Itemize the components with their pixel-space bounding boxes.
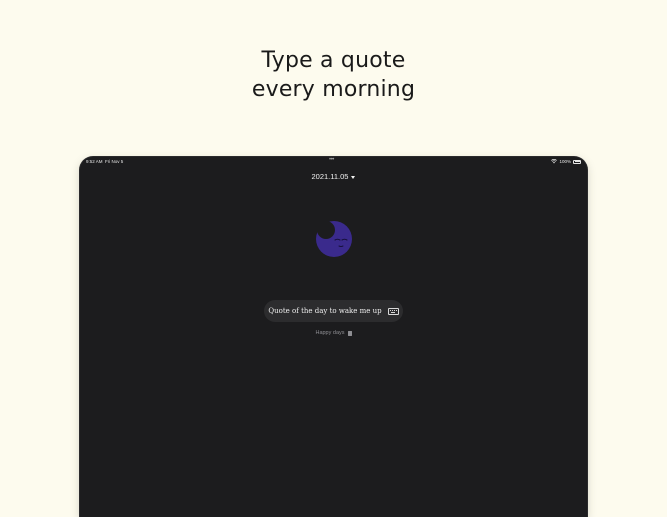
status-time: 9:52 AM Fri Nov 5 (86, 159, 124, 164)
date-selector[interactable]: 2021.11.05 (80, 172, 587, 181)
moon-icon (316, 221, 352, 257)
book-icon (347, 330, 352, 336)
battery-icon (573, 159, 581, 164)
quote-placeholder: Quote of the day to wake me up (268, 307, 382, 315)
caption: Happy days (80, 330, 587, 336)
status-bar: 9:52 AM Fri Nov 5 ••• 100% (80, 157, 587, 167)
multitask-indicator[interactable]: ••• (329, 157, 334, 163)
status-right: 100% (551, 159, 581, 164)
keyboard-icon[interactable] (387, 307, 399, 315)
headline-line-2: every morning (251, 77, 416, 102)
date-label: 2021.11.05 (311, 172, 349, 181)
promo-headline: Type a quote every morning (0, 46, 667, 104)
ipad-screen: 9:52 AM Fri Nov 5 ••• 100% 2021.11.05 Qu… (80, 157, 587, 517)
quote-input[interactable]: Quote of the day to wake me up (264, 300, 403, 322)
wifi-icon (551, 159, 558, 164)
headline-line-1: Type a quote (261, 48, 406, 73)
caret-down-icon (351, 175, 356, 179)
caption-text: Happy days (315, 330, 345, 336)
battery-percent: 100% (559, 159, 571, 164)
